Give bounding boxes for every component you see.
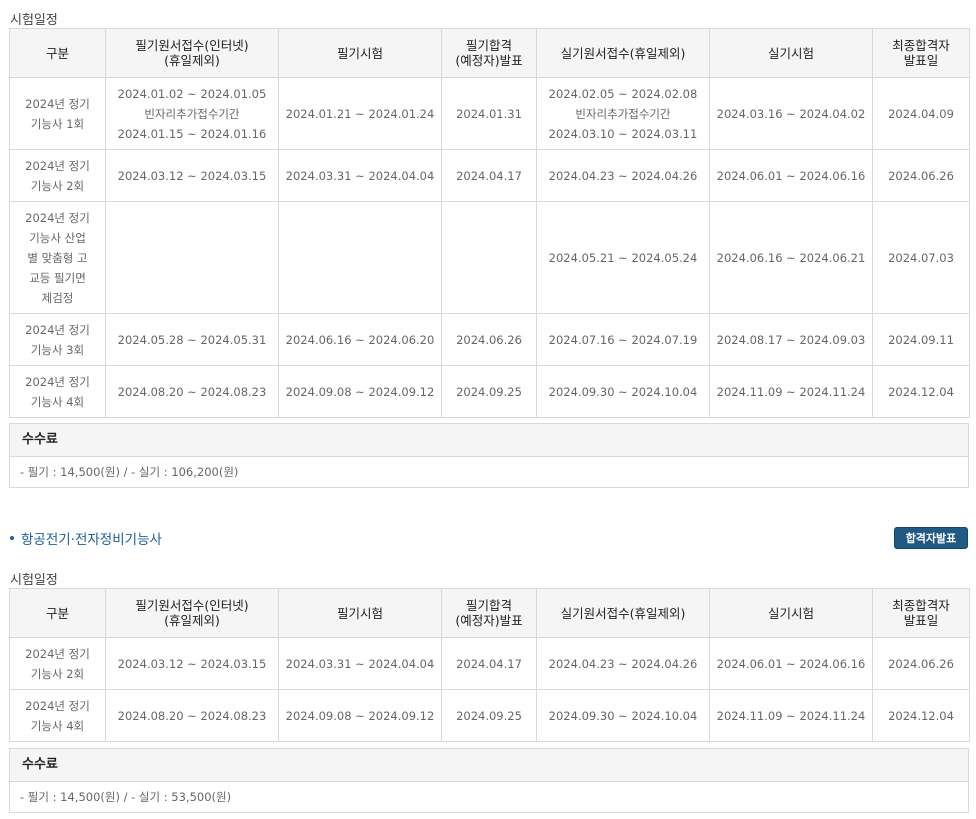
cell-written-exam: [278, 201, 442, 314]
schedule-table: 구분 필기원서접수(인터넷) (휴일제외) 필기시험 필기합격 (예정자)발표 실기원서접수…: [9, 28, 970, 418]
column-header: 필기시험: [278, 588, 442, 638]
cell-final-result: 2024.04.09: [872, 77, 970, 150]
cell-practical-apply: 2024.09.30 ~ 2024.10.04: [536, 689, 710, 742]
cell-written-apply: [105, 201, 279, 314]
fee-box: 수수료 - 필기 : 14,500(원) / - 실기 : 53,500(원): [9, 748, 969, 813]
cell-practical-exam: 2024.06.01 ~ 2024.06.16: [709, 637, 873, 690]
fee-text: - 필기 : 14,500(원) / - 실기 : 106,200(원): [10, 457, 968, 487]
column-header: 최종합격자 발표일: [872, 588, 970, 638]
fee-text: - 필기 : 14,500(원) / - 실기 : 53,500(원): [10, 782, 968, 812]
cell-practical-exam: 2024.11.09 ~ 2024.11.24: [709, 365, 873, 418]
cert-title: 항공전기·전자정비기능사: [10, 528, 162, 548]
section-title: 시험일정: [10, 573, 58, 588]
column-header: 실기시험: [709, 588, 873, 638]
bullet-icon: [10, 536, 14, 540]
cell-written-apply: 2024.01.02 ~ 2024.01.05 빈자리추가접수기간 2024.01.…: [105, 77, 279, 150]
cell-practical-apply: 2024.04.23 ~ 2024.04.26: [536, 149, 710, 202]
fee-label: 수수료: [10, 749, 968, 782]
cell-written-result: 2024.04.17: [441, 637, 537, 690]
cell-session-name: 2024년 정기 기능사 산업 별 맞춤형 고 교등 필기면 제검정: [9, 201, 106, 314]
cell-session-name: 2024년 정기 기능사 3회: [9, 313, 106, 366]
cell-practical-exam: 2024.06.01 ~ 2024.06.16: [709, 149, 873, 202]
cell-written-result: [441, 201, 537, 314]
column-header: 필기원서접수(인터넷) (휴일제외): [105, 28, 279, 78]
cell-final-result: 2024.07.03: [872, 201, 970, 314]
column-header: 실기시험: [709, 28, 873, 78]
table-header-row: 구분 필기원서접수(인터넷) (휴일제외) 필기시험 필기합격 (예정자)발표 실기원서접수…: [9, 28, 970, 78]
cell-practical-exam: 2024.08.17 ~ 2024.09.03: [709, 313, 873, 366]
table-row: 2024년 정기 기능사 2회 2024.03.12 ~ 2024.03.15 202…: [9, 637, 970, 690]
cell-written-exam: 2024.06.16 ~ 2024.06.20: [278, 313, 442, 366]
table-row: 2024년 정기 기능사 4회 2024.08.20 ~ 2024.08.23 202…: [9, 689, 970, 742]
cell-final-result: 2024.12.04: [872, 365, 970, 418]
cell-written-exam: 2024.03.31 ~ 2024.04.04: [278, 637, 442, 690]
cell-written-apply: 2024.03.12 ~ 2024.03.15: [105, 637, 279, 690]
table-row: 2024년 정기 기능사 2회 2024.03.12 ~ 2024.03.15 202…: [9, 149, 970, 202]
cell-written-exam: 2024.09.08 ~ 2024.09.12: [278, 365, 442, 418]
cell-written-exam: 2024.01.21 ~ 2024.01.24: [278, 77, 442, 150]
cell-written-apply: 2024.08.20 ~ 2024.08.23: [105, 689, 279, 742]
column-header: 실기원서접수(휴일제외): [536, 588, 710, 638]
column-header: 구분: [9, 28, 106, 78]
table-header-row: 구분 필기원서접수(인터넷) (휴일제외) 필기시험 필기합격 (예정자)발표 실기원서접수…: [9, 588, 970, 638]
cell-written-result: 2024.06.26: [441, 313, 537, 366]
cell-practical-apply: 2024.09.30 ~ 2024.10.04: [536, 365, 710, 418]
cell-practical-apply: 2024.04.23 ~ 2024.04.26: [536, 637, 710, 690]
cell-session-name: 2024년 정기 기능사 1회: [9, 77, 106, 150]
table-row: 2024년 정기 기능사 3회 2024.05.28 ~ 2024.05.31 202…: [9, 313, 970, 366]
cell-written-exam: 2024.03.31 ~ 2024.04.04: [278, 149, 442, 202]
cell-practical-apply: 2024.05.21 ~ 2024.05.24: [536, 201, 710, 314]
cell-session-name: 2024년 정기 기능사 2회: [9, 637, 106, 690]
cell-written-apply: 2024.03.12 ~ 2024.03.15: [105, 149, 279, 202]
schedule-table: 구분 필기원서접수(인터넷) (휴일제외) 필기시험 필기합격 (예정자)발표 실기원서접수…: [9, 588, 970, 742]
pass-announcement-button[interactable]: 합격자발표: [894, 527, 968, 549]
column-header: 필기시험: [278, 28, 442, 78]
column-header: 구분: [9, 588, 106, 638]
section-title: 시험일정: [10, 13, 58, 28]
column-header: 필기합격 (예정자)발표: [441, 588, 537, 638]
table-row: 2024년 정기 기능사 4회 2024.08.20 ~ 2024.08.23 202…: [9, 365, 970, 418]
cell-written-result: 2024.09.25: [441, 689, 537, 742]
cell-final-result: 2024.09.11: [872, 313, 970, 366]
cell-written-exam: 2024.09.08 ~ 2024.09.12: [278, 689, 442, 742]
cell-practical-apply: 2024.02.05 ~ 2024.02.08 빈자리추가접수기간 2024.03.…: [536, 77, 710, 150]
table-row: 2024년 정기 기능사 1회 2024.01.02 ~ 2024.01.05 빈자리…: [9, 77, 970, 150]
cell-written-result: 2024.09.25: [441, 365, 537, 418]
cert-name: 항공전기·전자정비기능사: [21, 532, 162, 548]
cell-final-result: 2024.06.26: [872, 149, 970, 202]
cell-practical-apply: 2024.07.16 ~ 2024.07.19: [536, 313, 710, 366]
column-header: 필기합격 (예정자)발표: [441, 28, 537, 78]
cell-session-name: 2024년 정기 기능사 2회: [9, 149, 106, 202]
cell-session-name: 2024년 정기 기능사 4회: [9, 365, 106, 418]
cell-practical-exam: 2024.06.16 ~ 2024.06.21: [709, 201, 873, 314]
cell-practical-exam: 2024.03.16 ~ 2024.04.02: [709, 77, 873, 150]
cell-written-result: 2024.01.31: [441, 77, 537, 150]
cell-practical-exam: 2024.11.09 ~ 2024.11.24: [709, 689, 873, 742]
fee-box: 수수료 - 필기 : 14,500(원) / - 실기 : 106,200(원): [9, 423, 969, 488]
fee-label: 수수료: [10, 424, 968, 457]
column-header: 최종합격자 발표일: [872, 28, 970, 78]
cell-written-apply: 2024.05.28 ~ 2024.05.31: [105, 313, 279, 366]
cell-written-result: 2024.04.17: [441, 149, 537, 202]
table-row: 2024년 정기 기능사 산업 별 맞춤형 고 교등 필기면 제검정 2024.05.21…: [9, 201, 970, 314]
cell-final-result: 2024.06.26: [872, 637, 970, 690]
column-header: 필기원서접수(인터넷) (휴일제외): [105, 588, 279, 638]
cell-session-name: 2024년 정기 기능사 4회: [9, 689, 106, 742]
cell-written-apply: 2024.08.20 ~ 2024.08.23: [105, 365, 279, 418]
column-header: 실기원서접수(휴일제외): [536, 28, 710, 78]
cell-final-result: 2024.12.04: [872, 689, 970, 742]
